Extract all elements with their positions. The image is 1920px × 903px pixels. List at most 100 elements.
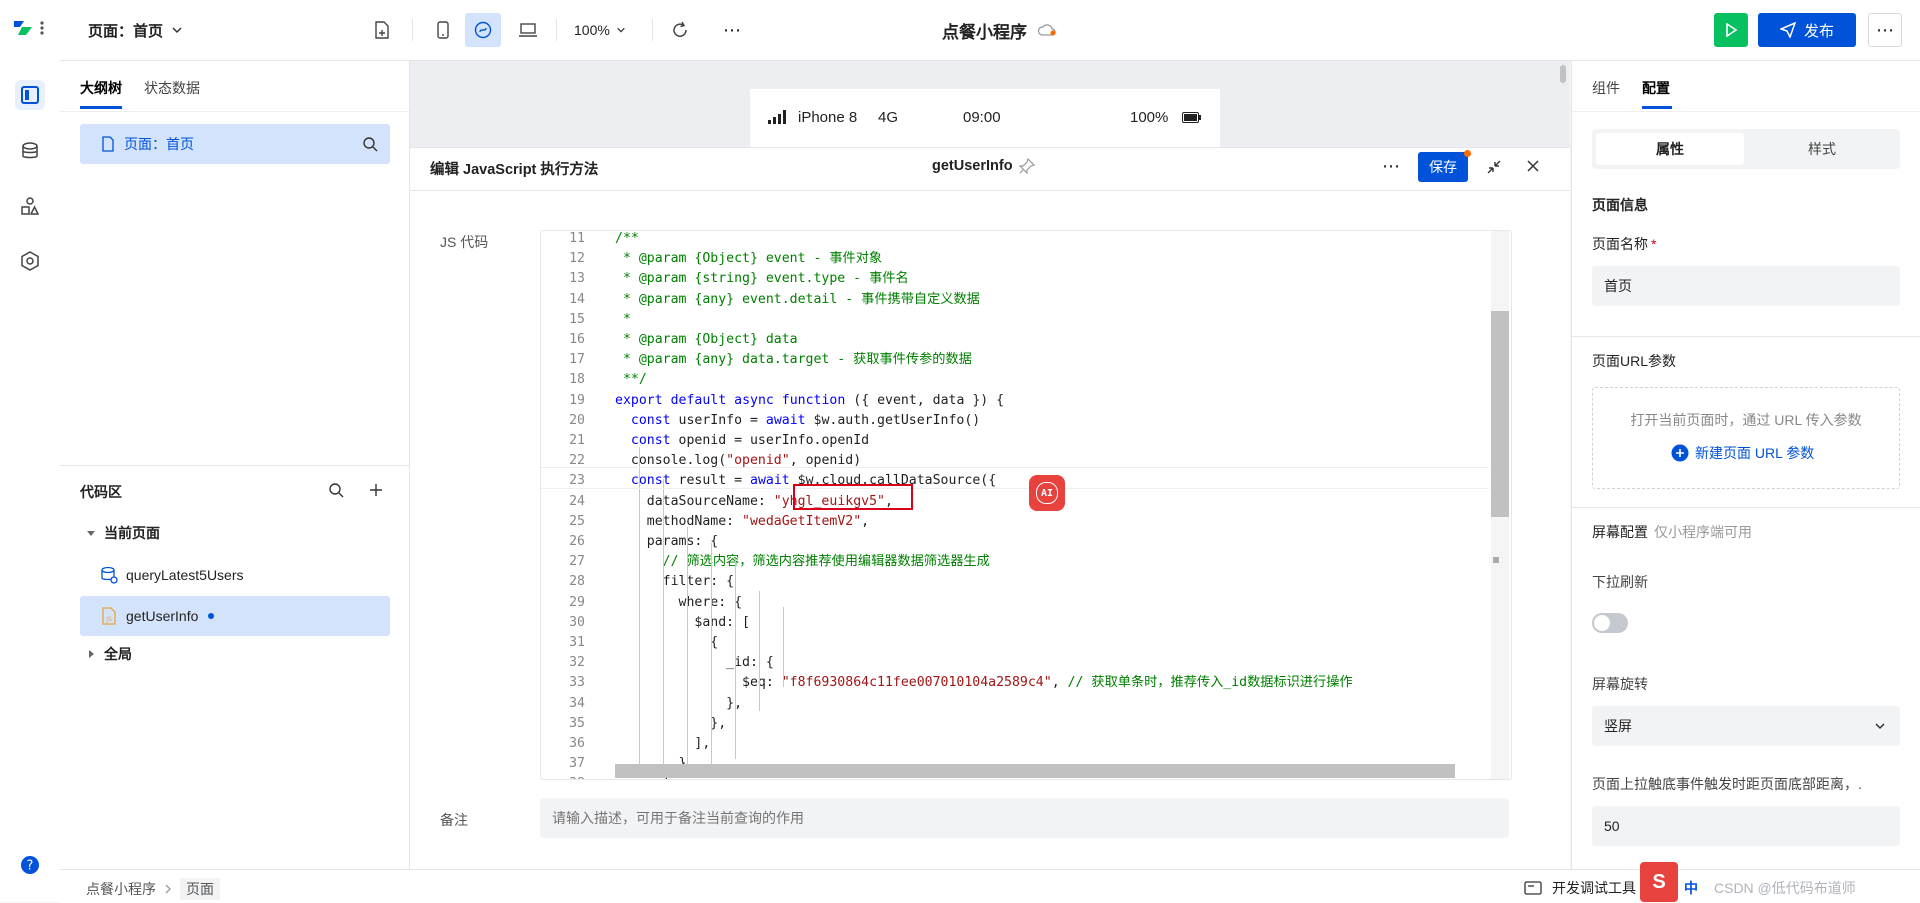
code-line[interactable]: 19 export default async function ({ event…	[541, 391, 1491, 411]
code-line[interactable]: 30 $and: [	[541, 613, 1491, 633]
code-line[interactable]: 17 * @param {any} data.target - 获取事件传参的数…	[541, 350, 1491, 370]
ime-language[interactable]: 中	[1684, 878, 1698, 898]
js-code-label: JS 代码	[440, 234, 489, 250]
preview-run-button[interactable]	[1714, 13, 1748, 47]
code-vscroll-thumb[interactable]	[1491, 311, 1509, 517]
code-line[interactable]: 15 *	[541, 310, 1491, 330]
current-page-group[interactable]: 当前页面	[86, 523, 160, 543]
close-icon[interactable]	[1526, 159, 1540, 173]
code-line[interactable]: 20 const userInfo = await $w.auth.getUse…	[541, 411, 1491, 431]
code-line[interactable]: 22 console.log("openid", openid)	[541, 451, 1491, 471]
svg-text:JS: JS	[105, 616, 112, 623]
code-line[interactable]: 29 where: {	[541, 593, 1491, 613]
url-params-label: 页面URL参数	[1592, 353, 1677, 369]
line-number: 20	[569, 412, 585, 428]
code-text: *	[615, 311, 631, 327]
remark-label: 备注	[440, 812, 468, 828]
code-line[interactable]: 12 * @param {Object} event - 事件对象	[541, 249, 1491, 269]
help-icon[interactable]: ?	[15, 850, 45, 880]
code-text: $eq: "f8f6930864c11fee007010104a2589c4",…	[615, 675, 1353, 691]
tab-state-data[interactable]: 状态数据	[144, 78, 200, 98]
code-item-getUserInfo[interactable]: JS getUserInfo	[80, 596, 390, 636]
settings-hex-icon[interactable]	[15, 246, 45, 276]
code-editor[interactable]: 11/** 12 * @param {Object} event - 事件对象 13…	[540, 230, 1512, 780]
rotation-select[interactable]: 竖屏	[1592, 706, 1900, 746]
code-line[interactable]: 31 {	[541, 633, 1491, 653]
publish-button[interactable]: 发布	[1758, 13, 1856, 47]
code-text: * @param {Object} event - 事件对象	[615, 251, 883, 267]
required-mark: *	[1651, 236, 1657, 252]
device-name: iPhone 8	[798, 109, 858, 126]
breadcrumb-app[interactable]: 点餐小程序	[86, 879, 156, 899]
global-group[interactable]: 全局	[86, 644, 132, 664]
breadcrumb-page[interactable]: 页面	[180, 878, 220, 900]
code-line[interactable]: 32 _id: {	[541, 653, 1491, 673]
line-number: 31	[569, 635, 585, 650]
code-line[interactable]: 13 * @param {string} event.type - 事件名	[541, 269, 1491, 289]
tab-components[interactable]: 组件	[1592, 78, 1620, 98]
outline-page-item[interactable]: 页面：首页	[80, 124, 390, 164]
code-line[interactable]: 11 /**	[541, 231, 1491, 249]
code-line[interactable]: 25 methodName: "wedaGetItemV2",	[541, 512, 1491, 532]
editor-header-title: 编辑 JavaScript 执行方法	[430, 162, 599, 178]
line-number: 24	[569, 493, 585, 509]
pin-icon[interactable]	[1018, 158, 1035, 174]
page-name-field[interactable]: 首页	[1592, 266, 1900, 306]
ai-assistant-button[interactable]: AI	[1029, 475, 1065, 511]
code-text: const openid = userInfo.openId	[630, 433, 870, 448]
code-line[interactable]: 36 ],	[541, 734, 1491, 754]
add-icon[interactable]	[368, 482, 384, 498]
desktop-view-icon[interactable]	[513, 15, 543, 45]
line-number: 11	[569, 231, 585, 246]
search-icon[interactable]	[362, 136, 378, 152]
zoom-select[interactable]: 100%	[574, 18, 626, 42]
devtools-button[interactable]: 开发调试工具	[1524, 878, 1636, 898]
code-hscroll-thumb[interactable]	[615, 764, 1455, 778]
seg-properties[interactable]: 属性	[1596, 133, 1744, 165]
app-logo-icon[interactable]	[8, 12, 52, 42]
line-number: 36	[569, 736, 585, 751]
new-page-icon[interactable]	[370, 18, 394, 42]
database-icon[interactable]	[15, 136, 45, 166]
refresh-icon[interactable]	[668, 18, 692, 42]
code-line[interactable]: 24 dataSourceName: "yhgl_euikgv5",	[541, 492, 1491, 512]
add-url-param-button[interactable]: 新建页面 URL 参数	[1671, 443, 1814, 463]
config-panel: 组件 配置 属性 样式 页面信息 页面名称 * 首页 页面URL参数 打开当前页面…	[1571, 61, 1920, 869]
components-icon[interactable]	[15, 191, 45, 221]
code-line[interactable]: 26 params: {	[541, 532, 1491, 552]
save-button[interactable]: 保存	[1418, 152, 1468, 182]
tab-outline-tree[interactable]: 大纲树	[80, 78, 122, 98]
page-selector[interactable]: 页面：首页	[88, 18, 183, 42]
reach-bottom-input[interactable]: 50	[1592, 806, 1900, 846]
page-selector-label: 页面：首页	[88, 22, 164, 40]
method-name[interactable]: getUserInfo	[932, 158, 1035, 174]
code-line[interactable]: 35 },	[541, 714, 1491, 734]
code-line[interactable]: 28 filter: {	[541, 572, 1491, 592]
code-line[interactable]: 34 },	[541, 694, 1491, 714]
status-time: 09:00	[963, 109, 1001, 126]
remark-input[interactable]	[540, 798, 1509, 838]
code-line[interactable]: 14 * @param {any} event.detail - 事件携带自定义…	[541, 290, 1491, 310]
more-menu-button[interactable]: ⋯	[1868, 13, 1902, 47]
mobile-view-icon[interactable]	[428, 15, 458, 45]
editor-more-icon[interactable]: ⋯	[1382, 156, 1400, 177]
seg-style[interactable]: 样式	[1748, 133, 1896, 165]
code-line[interactable]: 21 const openid = userInfo.openId	[541, 431, 1491, 451]
search-icon[interactable]	[328, 482, 344, 498]
code-line[interactable]: 27 // 筛选内容，筛选内容推荐使用编辑器数据筛选器生成	[541, 552, 1491, 572]
code-item-queryLatest5Users[interactable]: queryLatest5Users	[80, 555, 390, 595]
pull-refresh-toggle[interactable]	[1592, 613, 1628, 633]
outline-nav-icon[interactable]	[15, 80, 45, 110]
code-line[interactable]: 16 * @param {Object} data	[541, 330, 1491, 350]
collapse-icon[interactable]	[1486, 159, 1502, 175]
canvas-scrollbar[interactable]	[1560, 65, 1566, 83]
code-line[interactable]: 18 **/	[541, 370, 1491, 390]
js-file-icon: JS	[102, 607, 116, 625]
app-title: 点餐小程序	[942, 18, 1057, 42]
more-icon[interactable]: ⋯	[720, 18, 744, 42]
tab-config[interactable]: 配置	[1642, 78, 1670, 98]
code-line[interactable]: 33 $eq: "f8f6930864c11fee007010104a2589c…	[541, 673, 1491, 693]
breadcrumb: 点餐小程序 页面	[86, 878, 220, 900]
miniprogram-view-icon[interactable]	[465, 13, 501, 47]
code-line[interactable]: 23 const result = await $w.cloud.callDat…	[541, 471, 1491, 491]
